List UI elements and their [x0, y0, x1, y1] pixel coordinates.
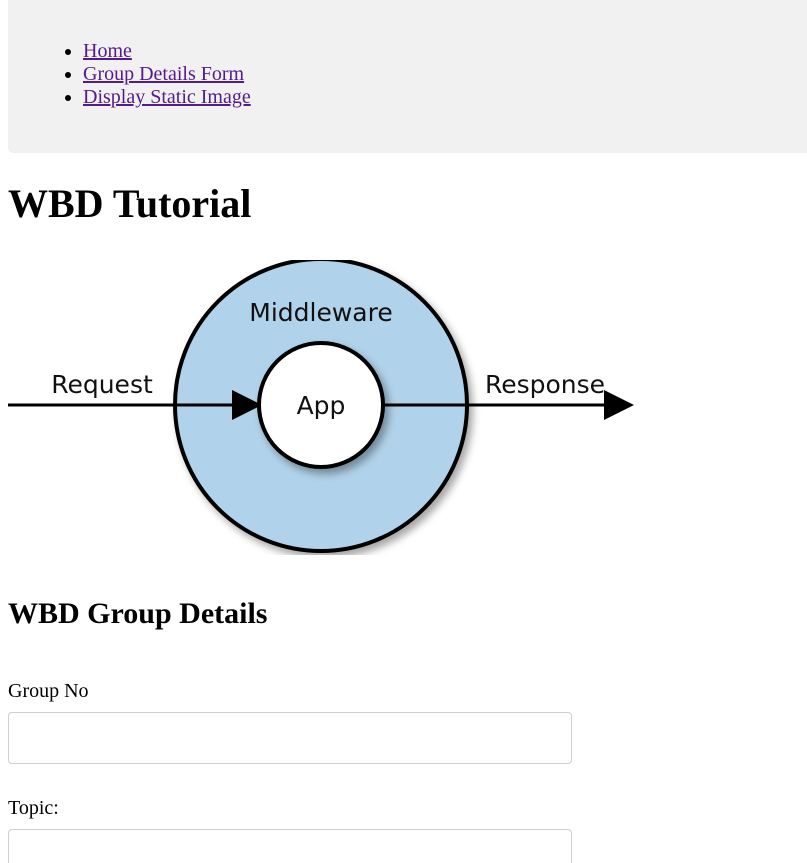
group-no-input[interactable]	[8, 712, 572, 764]
app-label: App	[297, 391, 346, 420]
form-title: WBD Group Details	[8, 597, 268, 630]
top-nav: Home Group Details Form Display Static I…	[8, 0, 807, 153]
middleware-diagram-image: Middleware App Request Response	[8, 260, 638, 555]
nav-item-home: Home	[83, 40, 251, 63]
nav-link-home[interactable]: Home	[83, 40, 132, 62]
topic-label: Topic:	[8, 797, 59, 819]
request-label: Request	[51, 370, 153, 399]
nav-link-display-static-image[interactable]: Display Static Image	[83, 86, 251, 108]
page-title: WBD Tutorial	[8, 181, 252, 226]
middleware-label: Middleware	[249, 298, 392, 327]
nav-item-group-details-form: Group Details Form	[83, 63, 251, 86]
page: Home Group Details Form Display Static I…	[0, 0, 807, 863]
group-no-label: Group No	[8, 680, 89, 702]
topic-input[interactable]	[8, 829, 572, 863]
nav-list: Home Group Details Form Display Static I…	[8, 40, 251, 109]
nav-link-group-details-form[interactable]: Group Details Form	[83, 63, 244, 85]
middleware-diagram-svg: Middleware App Request Response	[8, 260, 634, 553]
nav-item-display-static-image: Display Static Image	[83, 86, 251, 109]
response-label: Response	[485, 370, 605, 399]
